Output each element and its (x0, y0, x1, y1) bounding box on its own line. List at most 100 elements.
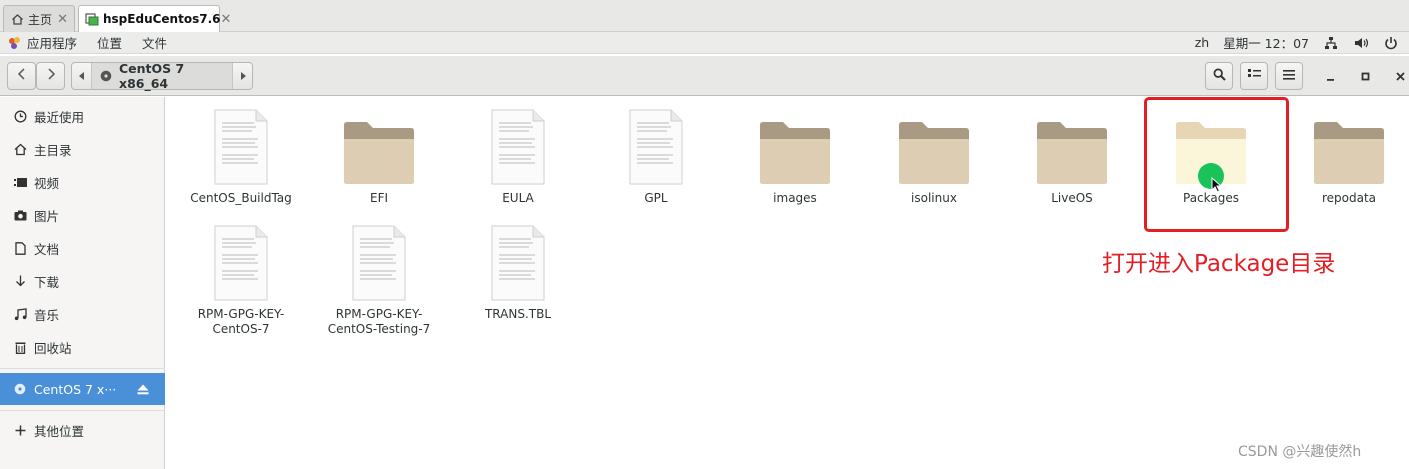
browser-tab-strip: 主页 ✕ hspEduCentos7.6 ✕ (0, 0, 1409, 32)
video-icon (12, 174, 28, 190)
tab-label: 主页 (28, 12, 53, 27)
close-icon (1395, 70, 1405, 85)
file-manager-headerbar: CentOS 7 x86_64 (0, 56, 1409, 96)
file-item[interactable]: RPM-GPG-KEY- CentOS-Testing-7 (314, 225, 444, 337)
menu-applications[interactable]: 应用程序 (27, 33, 77, 52)
sidebar-item-downloads[interactable]: 下载 (0, 266, 165, 296)
back-button[interactable] (7, 62, 36, 90)
folder-item[interactable]: LiveOS (1007, 109, 1137, 206)
disc-icon (100, 70, 112, 82)
sidebar-item-label: 最近使用 (34, 109, 85, 125)
clock[interactable]: 星期一 12：07 (1223, 33, 1309, 52)
folder-item[interactable]: EFI (314, 109, 444, 206)
forward-button[interactable] (36, 62, 65, 90)
mouse-cursor-icon (1211, 176, 1223, 197)
sidebar-item-label: 视频 (34, 175, 60, 191)
sidebar-item-recent[interactable]: 最近使用 (0, 101, 165, 131)
clock-icon (12, 108, 28, 124)
menu-places[interactable]: 位置 (97, 33, 122, 52)
sidebar-item-home[interactable]: 主目录 (0, 134, 165, 164)
sidebar-item-music[interactable]: 音乐 (0, 299, 165, 329)
minimize-icon (1326, 70, 1335, 85)
menu-button[interactable] (1275, 62, 1303, 90)
camera-icon (12, 207, 28, 223)
input-language[interactable]: zh (1195, 35, 1209, 50)
sidebar-item-label: 回收站 (34, 340, 72, 356)
file-name: isolinux (911, 191, 957, 205)
sidebar-item-videos[interactable]: 视频 (0, 167, 165, 197)
power-icon[interactable] (1383, 35, 1399, 51)
file-name: GPL (644, 191, 668, 205)
top-panel: 应用程序 位置 文件 zh 星期一 12：07 (0, 32, 1409, 54)
folder-icon (760, 122, 830, 184)
text-file-icon (491, 109, 545, 185)
sidebar-item-label: 其他位置 (34, 423, 85, 439)
sidebar-item-label: 下载 (34, 274, 60, 290)
hamburger-icon (1283, 69, 1295, 84)
close-button[interactable] (1390, 67, 1409, 87)
sidebar-item-centos-disc[interactable]: CentOS 7 x··· (0, 373, 165, 405)
volume-icon[interactable] (1353, 35, 1369, 51)
search-button[interactable] (1205, 62, 1233, 90)
eject-icon[interactable] (137, 384, 149, 395)
file-name: RPM-GPG-KEY- CentOS-Testing-7 (327, 307, 431, 336)
sidebar-item-documents[interactable]: 文档 (0, 233, 165, 263)
sidebar-item-trash[interactable]: 回收站 (0, 332, 165, 362)
folder-icon (1037, 122, 1107, 184)
chevron-left-icon (17, 68, 27, 84)
file-name: CentOS_BuildTag (190, 191, 292, 205)
sidebar-item-label: 图片 (34, 208, 60, 224)
file-name: EFI (369, 191, 389, 205)
close-icon[interactable]: ✕ (220, 12, 231, 27)
breadcrumb-left-arrow[interactable] (72, 63, 92, 89)
file-item[interactable]: GPL (591, 109, 721, 206)
home-icon (10, 12, 24, 26)
file-name: images (773, 191, 817, 205)
text-file-icon (214, 109, 268, 185)
location-breadcrumb: CentOS 7 x86_64 (71, 61, 253, 91)
text-file-icon (491, 225, 545, 301)
file-name: LiveOS (1051, 191, 1093, 205)
breadcrumb-label: CentOS 7 x86_64 (119, 61, 185, 91)
file-item[interactable]: TRANS.TBL (453, 225, 583, 322)
folder-item[interactable]: images (730, 109, 860, 206)
file-name: RPM-GPG-KEY- CentOS-7 (197, 307, 285, 336)
places-sidebar: 最近使用 主目录 视频 图片 文档 下载 音乐 回收站 CentOS 7 x··… (0, 97, 165, 469)
view-options-button[interactable] (1240, 62, 1268, 90)
chevron-right-icon (46, 68, 56, 84)
folder-item[interactable]: isolinux (869, 109, 999, 206)
document-icon (12, 240, 28, 256)
sidebar-separator (0, 410, 165, 411)
tab-vm[interactable]: hspEduCentos7.6 ✕ (78, 5, 231, 32)
file-name: TRANS.TBL (484, 307, 552, 321)
music-icon (12, 306, 28, 322)
file-name: repodata (1321, 191, 1377, 205)
file-item[interactable]: CentOS_BuildTag (176, 109, 306, 206)
list-view-icon (1247, 68, 1261, 84)
applications-icon (7, 35, 23, 51)
disc-icon (12, 381, 28, 397)
search-icon (1213, 68, 1226, 85)
maximize-button[interactable] (1355, 67, 1375, 87)
minimize-button[interactable] (1320, 67, 1340, 87)
maximize-icon (1361, 70, 1370, 85)
network-icon[interactable] (1323, 35, 1339, 51)
watermark: CSDN @兴趣使然h (1238, 444, 1362, 460)
breadcrumb-current[interactable]: CentOS 7 x86_64 (92, 61, 232, 91)
tab-home[interactable]: 主页 ✕ (3, 5, 75, 32)
folder-item[interactable]: repodata (1284, 109, 1409, 206)
file-item[interactable]: RPM-GPG-KEY- CentOS-7 (176, 225, 306, 337)
close-icon[interactable]: ✕ (57, 12, 68, 27)
folder-icon (344, 122, 414, 184)
download-icon (12, 273, 28, 289)
vm-icon (85, 12, 99, 26)
sidebar-item-pictures[interactable]: 图片 (0, 200, 165, 230)
sidebar-item-other-locations[interactable]: 其他位置 (0, 415, 165, 445)
file-name: EULA (502, 191, 534, 205)
text-file-icon (629, 109, 683, 185)
sidebar-item-label: 音乐 (34, 307, 60, 323)
breadcrumb-right-arrow[interactable] (232, 63, 252, 89)
file-item[interactable]: EULA (453, 109, 583, 206)
sidebar-separator (0, 368, 165, 369)
menu-files[interactable]: 文件 (142, 33, 167, 52)
